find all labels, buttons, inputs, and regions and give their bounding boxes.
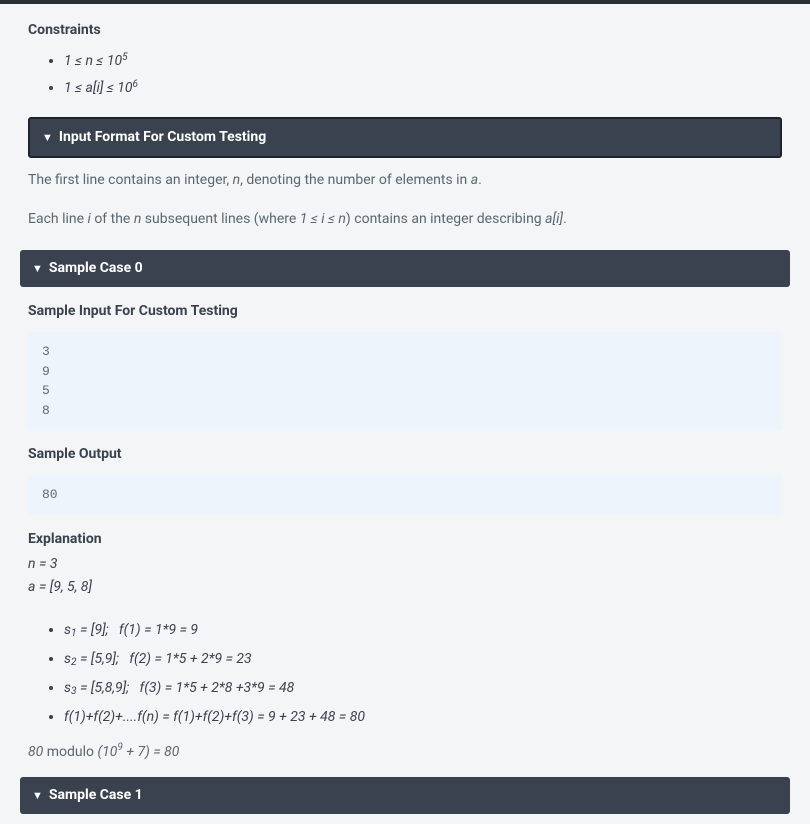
sample-output-heading: Sample Output	[28, 444, 782, 465]
constraints-heading: Constraints	[28, 20, 782, 41]
sample-case-1-title: Sample Case 1	[49, 785, 143, 806]
sample-case-0-title: Sample Case 0	[49, 258, 143, 279]
explanation-line: n = 3	[28, 554, 782, 575]
input-format-body-1: The first line contains an integer, n, d…	[28, 158, 782, 197]
constraint-item: 1 ≤ n ≤ 105	[64, 51, 782, 72]
calc-item: s2 = [5,9]; f(2) = 1*5 + 2*9 = 23	[64, 649, 782, 670]
sample-case-1-header[interactable]: ▼ Sample Case 1	[20, 777, 790, 814]
sample-output-code: 80	[28, 475, 782, 515]
constraints-section: Constraints 1 ≤ n ≤ 105 1 ≤ a[i] ≤ 106	[10, 20, 800, 99]
sample-input-heading: Sample Input For Custom Testing	[28, 301, 782, 322]
input-format-title: Input Format For Custom Testing	[59, 127, 266, 148]
explanation-calc-list: s1 = [9]; f(1) = 1*9 = 9 s2 = [5,9]; f(2…	[28, 620, 782, 728]
calc-item: s3 = [5,8,9]; f(3) = 1*5 + 2*8 +3*9 = 48	[64, 678, 782, 699]
content-container: Constraints 1 ≤ n ≤ 105 1 ≤ a[i] ≤ 106 ▼…	[0, 4, 810, 824]
calc-item: f(1)+f(2)+....f(n) = f(1)+f(2)+f(3) = 9 …	[64, 707, 782, 728]
sample-input-code: 3 9 5 8	[28, 332, 782, 430]
calc-item: s1 = [9]; f(1) = 1*9 = 9	[64, 620, 782, 641]
explanation-line: a = [9, 5, 8]	[28, 577, 782, 598]
sample-case-0-body: Sample Input For Custom Testing 3 9 5 8 …	[10, 301, 800, 769]
chevron-down-icon: ▼	[32, 790, 43, 801]
constraints-list: 1 ≤ n ≤ 105 1 ≤ a[i] ≤ 106	[28, 51, 782, 99]
explanation-heading: Explanation	[28, 529, 782, 550]
input-format-body-2: Each line i of the n subsequent lines (w…	[28, 197, 782, 236]
sample-case-1-wrap: ▼ Sample Case 1	[10, 777, 800, 814]
constraint-item: 1 ≤ a[i] ≤ 106	[64, 78, 782, 99]
input-format-wrap: ▼ Input Format For Custom Testing The fi…	[10, 117, 800, 236]
chevron-down-icon: ▼	[42, 132, 53, 143]
input-format-header[interactable]: ▼ Input Format For Custom Testing	[28, 117, 782, 158]
explanation-lines: n = 3 a = [9, 5, 8]	[28, 554, 782, 598]
modulo-line: 80 modulo (109 + 7) = 80	[28, 742, 782, 769]
sample-case-0-wrap: ▼ Sample Case 0	[10, 250, 800, 287]
chevron-down-icon: ▼	[32, 263, 43, 274]
sample-case-0-header[interactable]: ▼ Sample Case 0	[20, 250, 790, 287]
